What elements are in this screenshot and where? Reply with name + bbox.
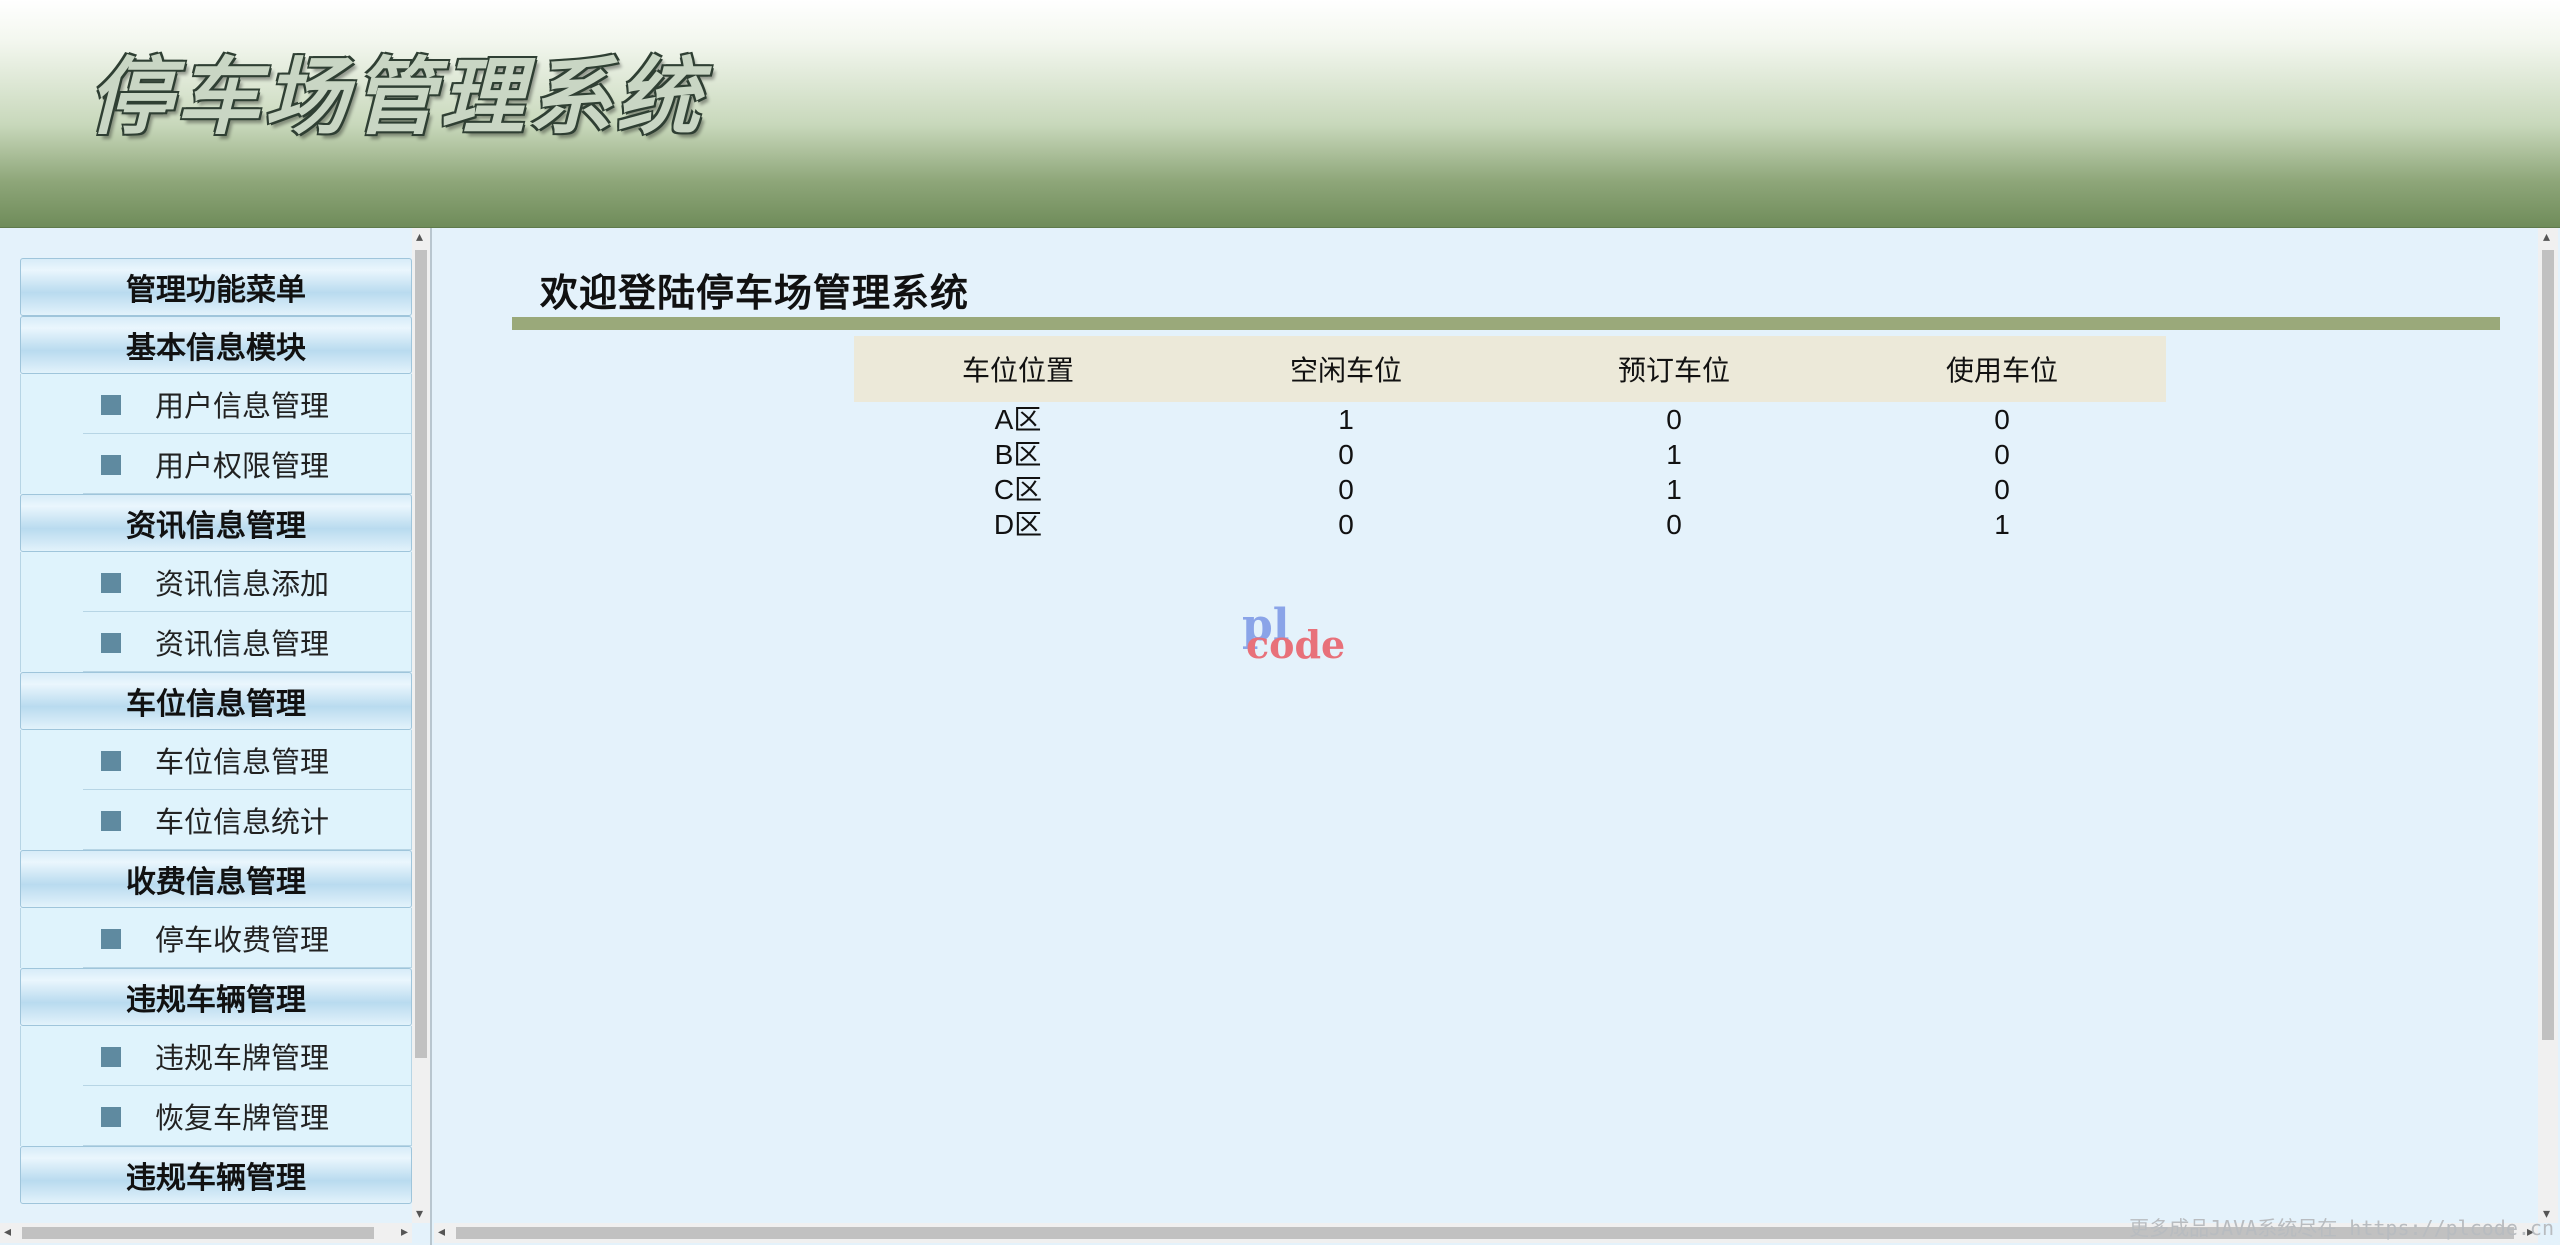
menu-item-divider bbox=[83, 849, 411, 850]
menu-item[interactable]: 违规车牌管理 bbox=[20, 1026, 412, 1086]
menu-item-divider bbox=[83, 493, 411, 494]
menu-section-header[interactable]: 资讯信息管理 bbox=[20, 494, 412, 552]
bullet-square-icon bbox=[101, 811, 121, 831]
bullet-square-icon bbox=[101, 1047, 121, 1067]
menu-section-header[interactable]: 违规车辆管理 bbox=[20, 968, 412, 1026]
table-cell: 1 bbox=[1994, 509, 2010, 540]
menu-section-header[interactable]: 基本信息模块 bbox=[20, 316, 412, 374]
menu-item[interactable]: 恢复车牌管理 bbox=[20, 1086, 412, 1146]
menu-section-header[interactable]: 收费信息管理 bbox=[20, 850, 412, 908]
app-title: 停车场管理系统 bbox=[88, 47, 705, 146]
table-cell: 0 bbox=[1338, 439, 1354, 470]
table-row: B区 0 1 0 bbox=[854, 437, 2166, 472]
menu-section-header[interactable]: 车位信息管理 bbox=[20, 672, 412, 730]
header-banner: 停车场管理系统 bbox=[0, 0, 2560, 228]
bullet-square-icon bbox=[101, 1107, 121, 1127]
table-row: D区 0 0 1 bbox=[854, 507, 2166, 542]
bullet-square-icon bbox=[101, 751, 121, 771]
menu-item-label: 车位信息管理 bbox=[155, 745, 330, 779]
left-scroll-thumb[interactable] bbox=[415, 250, 427, 1058]
logo-code-text: code bbox=[1246, 622, 1346, 667]
menu-item-label: 资讯信息添加 bbox=[155, 567, 330, 601]
menu-item-label: 用户权限管理 bbox=[155, 449, 330, 483]
scroll-up-arrow-icon[interactable]: ▴ bbox=[416, 230, 423, 244]
scroll-left-arrow-icon[interactable]: ◂ bbox=[4, 1225, 11, 1239]
left-menu-frame: 管理功能菜单 基本信息模块 用户信息管理 用户权限管理 资讯信息管理 资讯信息添加 资讯信息… bbox=[0, 228, 432, 1245]
bullet-square-icon bbox=[101, 929, 121, 949]
menu-item[interactable]: 停车收费管理 bbox=[20, 908, 412, 968]
parking-stats-table: 车位位置 空闲车位 预订车位 使用车位 A区 1 0 0 B区 0 1 0 C区… bbox=[854, 336, 2166, 542]
main-content: 欢迎登陆停车场管理系统 车位位置 空闲车位 预订车位 使用车位 A区 1 0 0… bbox=[434, 228, 2560, 1245]
column-header: 空闲车位 bbox=[1182, 336, 1510, 402]
menu-item-label: 恢复车牌管理 bbox=[155, 1101, 330, 1135]
table-cell: 0 bbox=[1338, 509, 1354, 540]
table-cell: 0 bbox=[1994, 439, 2010, 470]
table-cell: 0 bbox=[1666, 509, 1682, 540]
site-watermark: 更多成品JAVA系统尽在 https://plcode.cn bbox=[2129, 1216, 2554, 1240]
scroll-right-arrow-icon[interactable]: ▸ bbox=[401, 1225, 408, 1239]
table-cell: C区 bbox=[993, 474, 1043, 505]
table-cell: 1 bbox=[1338, 404, 1354, 435]
menu-section-header[interactable]: 违规车辆管理 bbox=[20, 1146, 412, 1204]
scroll-down-arrow-icon[interactable]: ▾ bbox=[416, 1207, 423, 1221]
table-cell: 1 bbox=[1666, 474, 1682, 505]
table-cell: 0 bbox=[1994, 404, 2010, 435]
bullet-square-icon bbox=[101, 395, 121, 415]
menu-item-divider bbox=[83, 967, 411, 968]
welcome-heading: 欢迎登陆停车场管理系统 bbox=[540, 271, 970, 315]
bullet-square-icon bbox=[101, 633, 121, 653]
table-cell: 1 bbox=[1666, 439, 1682, 470]
table-cell: B区 bbox=[994, 439, 1042, 470]
table-cell: 0 bbox=[1338, 474, 1354, 505]
left-hscroll-thumb[interactable] bbox=[22, 1227, 374, 1239]
left-vertical-scrollbar[interactable]: ▴ ▾ bbox=[412, 228, 430, 1223]
bullet-square-icon bbox=[101, 455, 121, 475]
main-vertical-scrollbar[interactable]: ▴ ▾ bbox=[2538, 228, 2558, 1223]
column-header: 使用车位 bbox=[1838, 336, 2166, 402]
menu-item-divider bbox=[83, 1145, 411, 1146]
main-scroll-thumb[interactable] bbox=[2542, 250, 2554, 1040]
table-row: C区 0 1 0 bbox=[854, 472, 2166, 507]
column-header: 预订车位 bbox=[1510, 336, 1838, 402]
scroll-up-arrow-icon[interactable]: ▴ bbox=[2543, 230, 2550, 244]
column-header: 车位位置 bbox=[854, 336, 1182, 402]
table-cell: D区 bbox=[993, 509, 1043, 540]
table-cell: 0 bbox=[1666, 404, 1682, 435]
menu-item-label: 资讯信息管理 bbox=[155, 627, 330, 661]
scroll-left-arrow-icon[interactable]: ◂ bbox=[438, 1225, 445, 1239]
menu-item-divider bbox=[83, 671, 411, 672]
menu-item-label: 违规车牌管理 bbox=[155, 1041, 330, 1075]
menu-item[interactable]: 用户信息管理 bbox=[20, 374, 412, 434]
menu-section-header[interactable]: 管理功能菜单 bbox=[20, 258, 412, 316]
menu-item-label: 车位信息统计 bbox=[155, 805, 330, 839]
menu-item[interactable]: 资讯信息添加 bbox=[20, 552, 412, 612]
menu-item-label: 停车收费管理 bbox=[155, 923, 330, 957]
sidebar-menu: 管理功能菜单 基本信息模块 用户信息管理 用户权限管理 资讯信息管理 资讯信息添加 资讯信息… bbox=[20, 258, 412, 1204]
table-cell: 0 bbox=[1994, 474, 2010, 505]
bullet-square-icon bbox=[101, 573, 121, 593]
table-cell: A区 bbox=[994, 404, 1042, 435]
heading-divider-bar bbox=[512, 317, 2500, 330]
plcode-logo: pl code bbox=[1242, 600, 1362, 680]
table-header-row: 车位位置 空闲车位 预订车位 使用车位 bbox=[854, 336, 2166, 402]
menu-item[interactable]: 车位信息管理 bbox=[20, 730, 412, 790]
left-horizontal-scrollbar[interactable]: ◂ ▸ bbox=[0, 1223, 412, 1243]
menu-item[interactable]: 资讯信息管理 bbox=[20, 612, 412, 672]
table-row: A区 1 0 0 bbox=[854, 402, 2166, 437]
menu-item[interactable]: 车位信息统计 bbox=[20, 790, 412, 850]
menu-item-label: 用户信息管理 bbox=[155, 389, 330, 423]
menu-item[interactable]: 用户权限管理 bbox=[20, 434, 412, 494]
